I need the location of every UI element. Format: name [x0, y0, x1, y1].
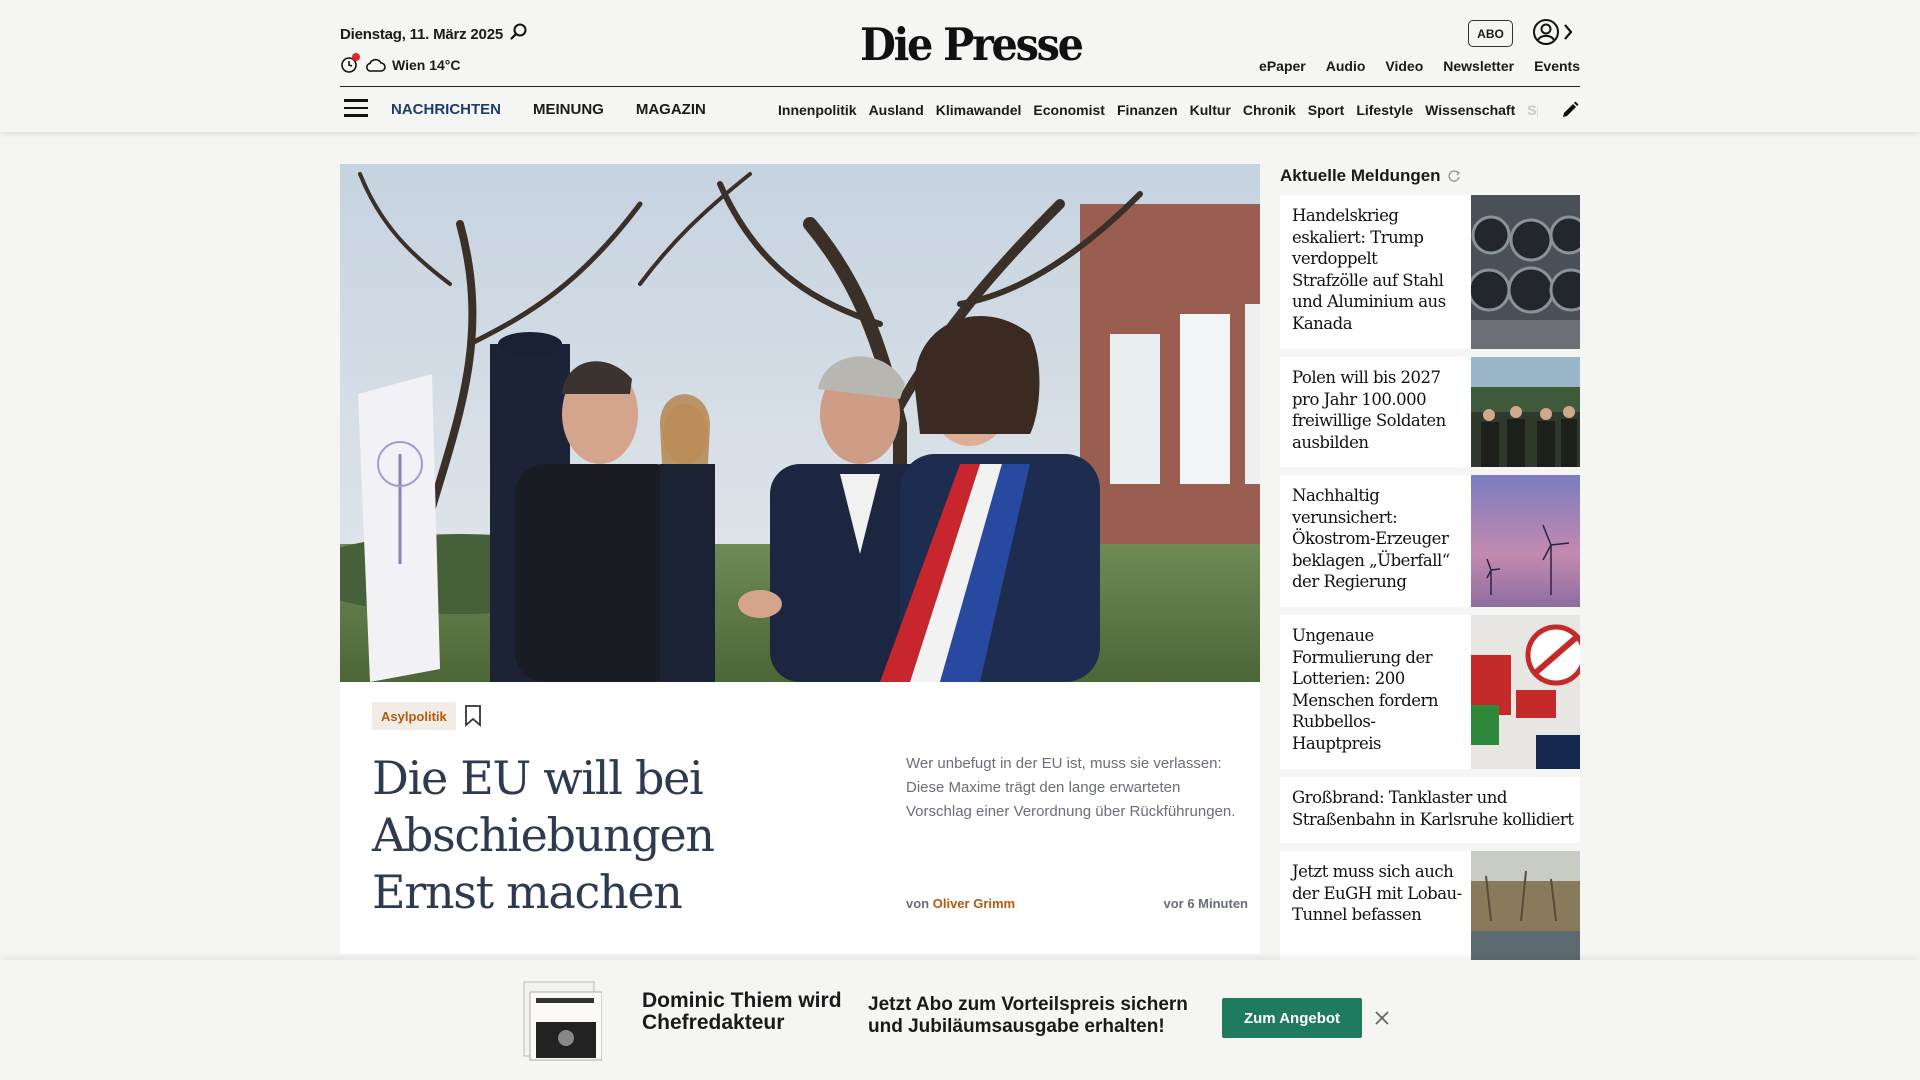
hero-article[interactable]: Asylpolitik Die EU will bei Abschiebunge…: [340, 164, 1260, 954]
nav-kultur[interactable]: Kultur: [1190, 102, 1231, 118]
news-item[interactable]: Großbrand: Tanklaster und Straßenbahn in…: [1280, 777, 1580, 843]
byline: von Oliver Grimm: [906, 896, 1015, 911]
alert-clock-icon[interactable]: [340, 53, 360, 74]
topic-tag[interactable]: Asylpolitik: [372, 702, 456, 730]
nav-innenpolitik[interactable]: Innenpolitik: [778, 102, 857, 118]
menu-icon[interactable]: [344, 99, 368, 119]
nav-magazin[interactable]: MAGAZIN: [636, 101, 706, 118]
hero-image[interactable]: [340, 164, 1260, 682]
news-item-title: Ungenaue Formulierung der Lotterien: 200…: [1292, 626, 1439, 753]
chevron-right-icon[interactable]: [1562, 22, 1574, 42]
news-item[interactable]: Jetzt muss sich auch der EuGH mit Lobau-…: [1280, 851, 1580, 960]
nav-klimawandel[interactable]: Klimawandel: [936, 102, 1022, 118]
offer-button[interactable]: Zum Angebot: [1222, 998, 1362, 1038]
bookmark-icon[interactable]: [464, 704, 482, 728]
steel-coils-image[interactable]: [1471, 195, 1580, 349]
weather-widget[interactable]: Wien 14°C: [340, 53, 461, 74]
pencil-icon[interactable]: [1560, 100, 1580, 120]
news-item[interactable]: Polen will bis 2027 pro Jahr 100.000 fre…: [1280, 357, 1580, 467]
timestamp: vor 6 Minuten: [1163, 896, 1248, 911]
user-account-icon[interactable]: [1532, 18, 1560, 46]
byline-prefix: von: [906, 896, 933, 911]
nav-nachrichten[interactable]: NACHRICHTEN: [391, 101, 501, 118]
nav-finanzen[interactable]: Finanzen: [1117, 102, 1178, 118]
author-link[interactable]: Oliver Grimm: [933, 896, 1015, 911]
close-icon[interactable]: [1374, 1010, 1390, 1026]
abo-button[interactable]: ABO: [1468, 20, 1513, 47]
sidebar-title: Aktuelle Meldungen: [1280, 166, 1461, 186]
news-item-title: Großbrand: Tanklaster und Straßenbahn in…: [1292, 788, 1574, 829]
nav-wissenschaft[interactable]: Wissenschaft: [1425, 102, 1515, 118]
news-item-title: Nachhaltig verunsichert: Ökostrom-Erzeug…: [1292, 486, 1450, 591]
sidebar-title-text: Aktuelle Meldungen: [1280, 166, 1441, 185]
nav-meinung[interactable]: MEINUNG: [533, 101, 604, 118]
subscription-promo-bar: Dominic Thiem wird Chefredakteur Jetzt A…: [0, 960, 1920, 1080]
hero-body: Asylpolitik Die EU will bei Abschiebunge…: [340, 682, 1260, 954]
site-logo[interactable]: Die Presse: [860, 18, 1084, 71]
nav-spectrum[interactable]: Spectrum: [1527, 102, 1538, 118]
nav-sport[interactable]: Sport: [1308, 102, 1345, 118]
current-date: Dienstag, 11. März 2025: [340, 26, 503, 43]
header-divider: [340, 86, 1580, 87]
link-newsletter[interactable]: Newsletter: [1443, 58, 1514, 74]
promo-text: Jetzt Abo zum Vorteilspreis sichern und …: [868, 994, 1188, 1037]
lobau-wetland-image[interactable]: [1471, 851, 1580, 960]
nav-ausland[interactable]: Ausland: [869, 102, 924, 118]
promo-title: Dominic Thiem wird Chefredakteur: [642, 989, 842, 1034]
weather-text: Wien 14°C: [392, 57, 461, 73]
link-audio[interactable]: Audio: [1326, 58, 1366, 74]
newspaper-image: [523, 981, 602, 1061]
soldiers-image[interactable]: [1471, 357, 1580, 467]
cloud-icon: [366, 58, 386, 72]
nav-economist[interactable]: Economist: [1033, 102, 1105, 118]
nav-lifestyle[interactable]: Lifestyle: [1356, 102, 1413, 118]
top-links: ePaper Audio Video Newsletter Events: [1259, 58, 1580, 74]
lotto-shop-image[interactable]: [1471, 615, 1580, 769]
news-item[interactable]: Ungenaue Formulierung der Lotterien: 200…: [1280, 615, 1580, 769]
wind-turbines-image[interactable]: [1471, 475, 1580, 607]
main-nav: NACHRICHTEN MEINUNG MAGAZIN: [391, 101, 706, 118]
search-icon[interactable]: [509, 22, 529, 42]
news-item-title: Polen will bis 2027 pro Jahr 100.000 fre…: [1292, 368, 1446, 452]
link-epaper[interactable]: ePaper: [1259, 58, 1306, 74]
section-nav: Innenpolitik Ausland Klimawandel Economi…: [778, 102, 1538, 118]
news-item-title: Jetzt muss sich auch der EuGH mit Lobau-…: [1292, 862, 1462, 924]
hero-lead: Wer unbefugt in der EU ist, muss sie ver…: [906, 755, 1236, 820]
refresh-icon[interactable]: [1447, 169, 1461, 183]
news-item-title: Handelskrieg eskaliert: Trump verdoppelt…: [1292, 206, 1446, 333]
link-video[interactable]: Video: [1385, 58, 1423, 74]
link-events[interactable]: Events: [1534, 58, 1580, 74]
news-item[interactable]: Handelskrieg eskaliert: Trump verdoppelt…: [1280, 195, 1580, 349]
news-item[interactable]: Nachhaltig verunsichert: Ökostrom-Erzeug…: [1280, 475, 1580, 607]
nav-chronik[interactable]: Chronik: [1243, 102, 1296, 118]
site-header: Dienstag, 11. März 2025 Wien 14°C Die Pr…: [0, 0, 1920, 132]
hero-headline[interactable]: Die EU will bei Abschiebungen Ernst mach…: [372, 750, 792, 921]
